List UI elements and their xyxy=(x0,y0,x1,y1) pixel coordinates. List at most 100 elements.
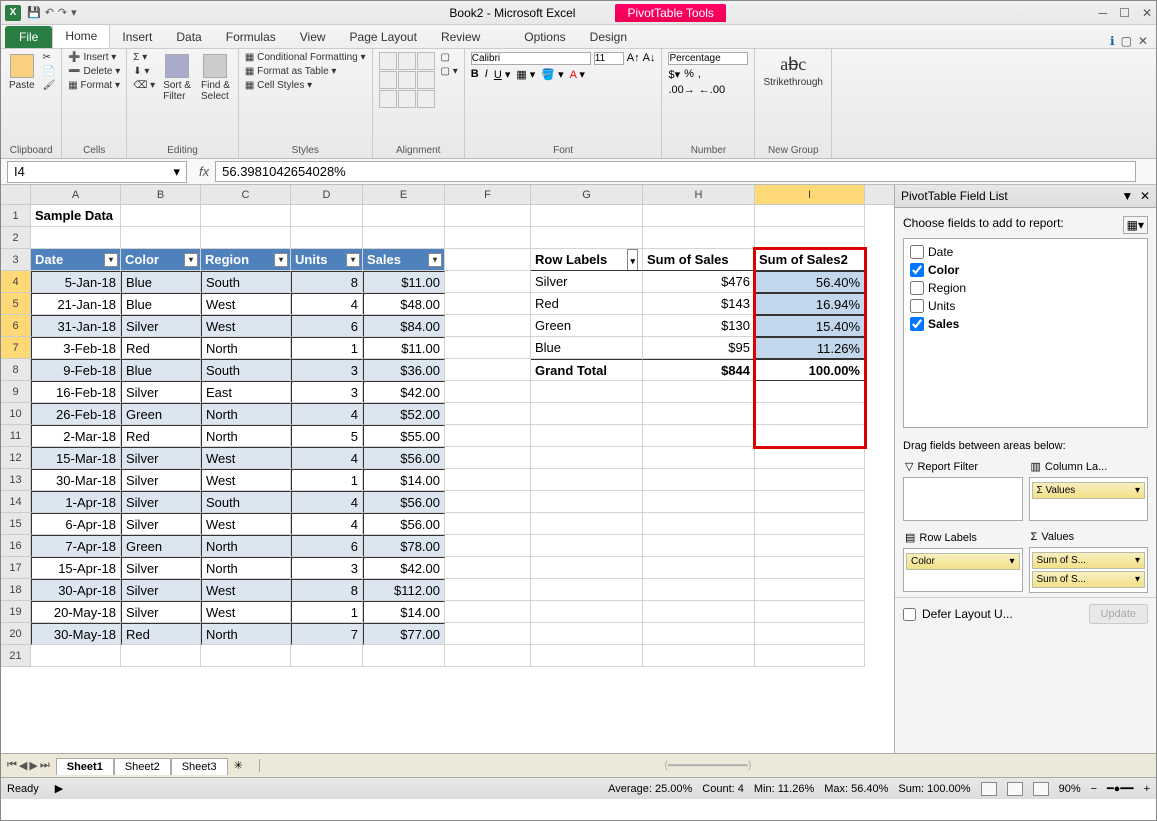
field-date[interactable]: Date xyxy=(908,243,1143,261)
format-as-table-button[interactable]: ▦ Format as Table ▾ xyxy=(245,66,366,77)
fill-button[interactable]: ⬇ ▾ xyxy=(133,66,155,77)
cell[interactable] xyxy=(643,447,755,469)
cell-sales[interactable]: $52.00 xyxy=(363,403,445,425)
cell[interactable] xyxy=(531,623,643,645)
column-header-H[interactable]: H xyxy=(643,185,755,204)
cell-date[interactable]: 31-Jan-18 xyxy=(31,315,121,337)
view-tab[interactable]: View xyxy=(288,26,338,48)
paste-button[interactable]: Paste xyxy=(7,52,37,93)
row-header[interactable]: 8 xyxy=(1,359,31,381)
pivot-row-labels-header[interactable]: Row Labels ▾ xyxy=(531,249,643,271)
cell-color[interactable]: Silver xyxy=(121,601,201,623)
cell-units[interactable]: 1 xyxy=(291,337,363,359)
close-icon[interactable]: ✕ xyxy=(1142,6,1152,20)
sheet-tab-3[interactable]: Sheet3 xyxy=(171,758,228,775)
merge-button[interactable]: ▢ ▾ xyxy=(441,66,458,77)
design-tab[interactable]: Design xyxy=(578,26,639,48)
pivot-grand-total-sales[interactable]: $844 xyxy=(643,359,755,381)
cell[interactable] xyxy=(201,205,291,227)
font-size-select[interactable] xyxy=(594,52,624,65)
cell-date[interactable]: 2-Mar-18 xyxy=(31,425,121,447)
pivot-sum-sales2[interactable]: 16.94% xyxy=(755,293,865,315)
cell-region[interactable]: North xyxy=(201,337,291,359)
cell[interactable] xyxy=(643,491,755,513)
cell[interactable] xyxy=(755,381,865,403)
cell[interactable] xyxy=(445,249,531,271)
pivot-grand-total-label[interactable]: Grand Total xyxy=(531,359,643,381)
cell-color[interactable]: Silver xyxy=(121,513,201,535)
row-header[interactable]: 17 xyxy=(1,557,31,579)
select-all-corner[interactable] xyxy=(1,185,31,204)
cell-region[interactable]: North xyxy=(201,425,291,447)
table-header-sales[interactable]: Sales▾ xyxy=(363,249,445,271)
normal-view-icon[interactable] xyxy=(981,782,997,796)
column-header-D[interactable]: D xyxy=(291,185,363,204)
cell-sales[interactable]: $112.00 xyxy=(363,579,445,601)
cell[interactable] xyxy=(121,205,201,227)
cell-region[interactable]: West xyxy=(201,469,291,491)
value-pill-2[interactable]: Sum of S...▾ xyxy=(1032,571,1146,588)
cell-region[interactable]: West xyxy=(201,293,291,315)
cell[interactable] xyxy=(445,601,531,623)
cell[interactable] xyxy=(643,227,755,249)
row-header[interactable]: 20 xyxy=(1,623,31,645)
cell-date[interactable]: 30-May-18 xyxy=(31,623,121,645)
cell[interactable] xyxy=(531,469,643,491)
values-zone[interactable]: ΣValues Sum of S...▾ Sum of S...▾ xyxy=(1029,527,1149,593)
cell-units[interactable]: 8 xyxy=(291,579,363,601)
font-shrink-icon[interactable]: A↓ xyxy=(643,52,656,65)
row-header[interactable]: 2 xyxy=(1,227,31,249)
cell[interactable] xyxy=(643,469,755,491)
cell-color[interactable]: Red xyxy=(121,623,201,645)
pivot-sum-sales2[interactable]: 11.26% xyxy=(755,337,865,359)
pivot-row-label[interactable]: Silver xyxy=(531,271,643,293)
pivot-sum-sales[interactable]: $95 xyxy=(643,337,755,359)
find-select-button[interactable]: Find & Select xyxy=(199,52,232,104)
copy-icon[interactable]: 📄 xyxy=(43,66,56,77)
cell-units[interactable]: 7 xyxy=(291,623,363,645)
strikethrough-button[interactable]: abc Strikethrough xyxy=(761,52,824,90)
row-header[interactable]: 4 xyxy=(1,271,31,293)
cell-date[interactable]: 20-May-18 xyxy=(31,601,121,623)
cell[interactable] xyxy=(755,205,865,227)
cell[interactable] xyxy=(445,337,531,359)
fx-icon[interactable]: fx xyxy=(193,164,215,179)
cell[interactable] xyxy=(531,645,643,667)
cell[interactable] xyxy=(755,535,865,557)
cell[interactable] xyxy=(31,645,121,667)
cell[interactable] xyxy=(445,403,531,425)
row-header[interactable]: 18 xyxy=(1,579,31,601)
cell[interactable] xyxy=(531,425,643,447)
sample-data-title[interactable]: Sample Data xyxy=(31,205,121,227)
cell[interactable] xyxy=(755,425,865,447)
sheet-prev-icon[interactable]: ◀ xyxy=(19,759,27,772)
cell[interactable] xyxy=(445,271,531,293)
cell[interactable] xyxy=(643,513,755,535)
table-header-region[interactable]: Region▾ xyxy=(201,249,291,271)
cell[interactable] xyxy=(201,645,291,667)
field-region[interactable]: Region xyxy=(908,279,1143,297)
cell[interactable] xyxy=(755,513,865,535)
cell[interactable] xyxy=(531,447,643,469)
cell[interactable] xyxy=(643,535,755,557)
defer-layout-checkbox[interactable] xyxy=(903,608,916,621)
cell-region[interactable]: North xyxy=(201,535,291,557)
pane-close-icon[interactable]: ✕ xyxy=(1140,189,1150,203)
cell[interactable] xyxy=(531,491,643,513)
options-tab[interactable]: Options xyxy=(512,26,577,48)
report-filter-zone[interactable]: ▽Report Filter xyxy=(903,456,1023,521)
formulas-tab[interactable]: Formulas xyxy=(214,26,288,48)
cell[interactable] xyxy=(445,557,531,579)
cell-sales[interactable]: $56.00 xyxy=(363,513,445,535)
cell-region[interactable]: West xyxy=(201,601,291,623)
cell[interactable] xyxy=(445,579,531,601)
cell-sales[interactable]: $42.00 xyxy=(363,557,445,579)
number-format-select[interactable] xyxy=(668,52,748,65)
cell-region[interactable]: South xyxy=(201,491,291,513)
field-checkbox[interactable] xyxy=(910,245,924,259)
new-sheet-icon[interactable]: ✳ xyxy=(228,759,249,772)
horizontal-scrollbar[interactable]: ⟨━━━━━━━━━━━━⟩ xyxy=(259,759,1156,772)
clear-button[interactable]: ⌫ ▾ xyxy=(133,80,155,91)
cell-color[interactable]: Blue xyxy=(121,359,201,381)
update-button[interactable]: Update xyxy=(1089,604,1148,624)
